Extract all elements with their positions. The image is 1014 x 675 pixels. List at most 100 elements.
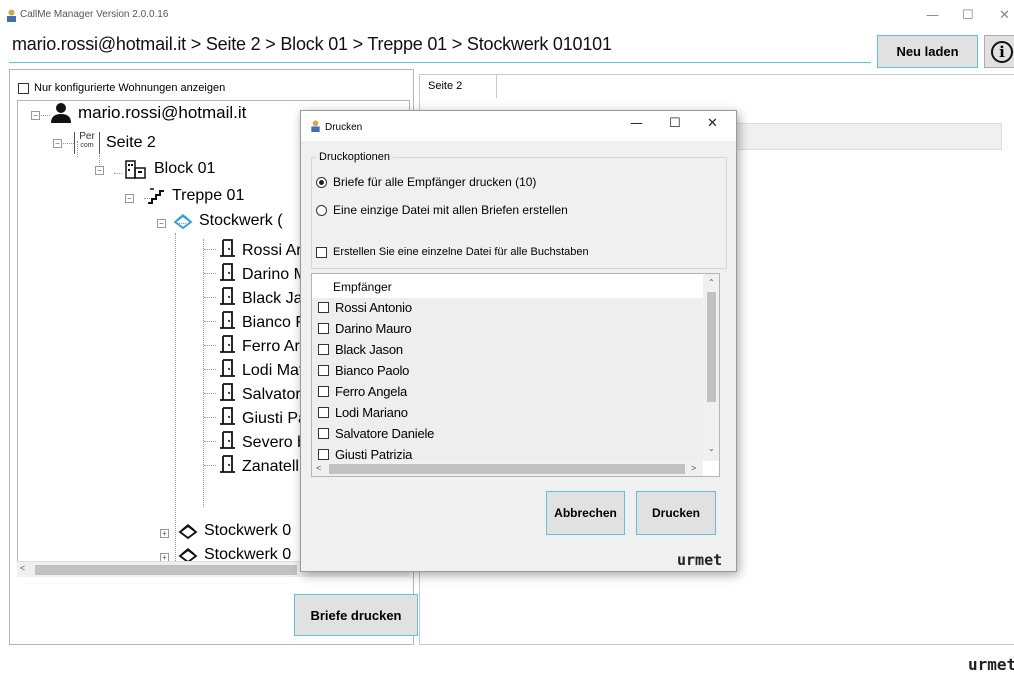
tree-node-label: Black Ja <box>242 289 303 307</box>
tree-node-user[interactable]: mario.rossi@hotmail.it <box>50 103 246 123</box>
tree-node-floor-active[interactable]: Stockwerk ( <box>173 212 283 230</box>
collapse-toggle[interactable]: − <box>95 166 104 175</box>
breadcrumb: mario.rossi@hotmail.it > Seite 2 > Block… <box>12 34 612 54</box>
window-title: CallMe Manager Version 2.0.0.16 <box>20 9 169 20</box>
tree-node-apartment[interactable]: Bianco F <box>218 310 305 335</box>
recipient-name: Rossi Antonio <box>335 300 412 315</box>
close-button[interactable]: ✕ <box>999 8 1010 23</box>
option-label: Eine einzige Datei mit allen Briefen ers… <box>333 203 568 217</box>
info-icon: i <box>991 40 1013 63</box>
dialog-maximize-button[interactable]: ☐ <box>669 116 681 131</box>
recipient-checkbox[interactable] <box>318 365 329 376</box>
list-body: Rossi Antonio Darino Mauro Black Jason Bian… <box>312 298 703 461</box>
maximize-button[interactable]: ☐ <box>962 8 974 23</box>
collapse-toggle[interactable]: − <box>157 219 166 228</box>
filter-checkbox-row[interactable]: Nur konfigurierte Wohnungen anzeigen <box>18 82 225 94</box>
expand-toggle[interactable]: + <box>160 529 169 538</box>
tree-node-page[interactable]: Per com Seite 2 <box>74 132 156 154</box>
info-button[interactable]: i <box>984 35 1014 68</box>
tree-node-label: Darino M <box>242 265 307 283</box>
tree-node-label: Severo b <box>242 433 307 451</box>
list-horizontal-scrollbar[interactable]: < > <box>312 461 703 476</box>
title-bar: CallMe Manager Version 2.0.0.16 — ☐ ✕ <box>0 0 1014 30</box>
scrollbar-thumb[interactable] <box>707 292 716 402</box>
list-item[interactable]: Ferro Angela <box>318 384 407 399</box>
tree-node-apartment[interactable]: Darino M <box>218 262 307 287</box>
recipient-name: Lodi Mariano <box>335 405 408 420</box>
door-icon <box>218 454 236 479</box>
cancel-button[interactable]: Abbrechen <box>546 491 625 535</box>
recipient-checkbox[interactable] <box>318 407 329 418</box>
collapse-toggle[interactable]: − <box>31 111 40 120</box>
tree-node-label: Zanatell <box>242 457 299 475</box>
list-item[interactable]: Black Jason <box>318 342 403 357</box>
tree-node-apartment[interactable]: Salvator <box>218 382 301 407</box>
recipient-checkbox[interactable] <box>318 323 329 334</box>
footer-logo: urmet <box>968 655 1014 674</box>
list-item[interactable]: Bianco Paolo <box>318 363 409 378</box>
reload-button[interactable]: Neu laden <box>877 35 978 68</box>
tree-node-stairs[interactable]: Treppe 01 <box>146 187 244 205</box>
list-item[interactable]: Giusti Patrizia <box>318 447 412 461</box>
tree-node-label: Treppe 01 <box>172 187 245 204</box>
radio-single-file[interactable] <box>316 204 327 216</box>
floor-icon <box>178 524 198 540</box>
list-vertical-scrollbar[interactable]: ⌃ ⌄ <box>703 274 719 461</box>
print-letters-button[interactable]: Briefe drucken <box>294 594 418 636</box>
app-icon <box>7 9 16 22</box>
radio-print-all[interactable] <box>316 176 327 188</box>
dialog-minimize-button[interactable]: — <box>630 116 643 131</box>
list-item[interactable]: Darino Mauro <box>318 321 412 336</box>
scrollbar-thumb[interactable] <box>329 464 685 474</box>
recipient-checkbox[interactable] <box>318 386 329 397</box>
collapse-toggle[interactable]: − <box>53 139 62 148</box>
tree-node-apartment[interactable]: Giusti Pa <box>218 406 307 431</box>
single-file-checkbox[interactable] <box>316 246 327 258</box>
list-item[interactable]: Salvatore Daniele <box>318 426 434 441</box>
recipient-name: Ferro Angela <box>335 384 408 399</box>
scroll-right-arrow-icon[interactable]: > <box>691 463 696 473</box>
tree-node-floor[interactable]: Stockwerk 0 <box>178 522 291 540</box>
tree-node-label: Block 01 <box>154 160 216 177</box>
tree-node-apartment[interactable]: Black Ja <box>218 286 302 311</box>
user-icon <box>51 103 71 123</box>
checkbox-label: Erstellen Sie eine einzelne Datei für al… <box>333 246 589 258</box>
scroll-down-arrow-icon[interactable]: ⌄ <box>708 444 715 453</box>
building-icon <box>125 160 146 179</box>
tree-node-apartment[interactable]: Zanatell <box>218 454 299 479</box>
recipient-checkbox[interactable] <box>318 302 329 313</box>
collapse-toggle[interactable]: − <box>125 194 134 203</box>
tree-node-apartment[interactable]: Rossi Ar <box>218 238 302 263</box>
recipient-name: Giusti Patrizia <box>335 447 413 461</box>
right-content-box <box>720 123 1002 150</box>
main-window: CallMe Manager Version 2.0.0.16 — ☐ ✕ ma… <box>0 0 1014 675</box>
tree-node-block[interactable]: Block 01 <box>124 159 215 179</box>
filter-checkbox[interactable] <box>18 82 29 94</box>
tree-node-apartment[interactable]: Lodi Mat <box>218 358 303 383</box>
scroll-left-arrow-icon[interactable]: < <box>316 463 321 473</box>
recipient-checkbox[interactable] <box>318 428 329 439</box>
tree-node-label: Seite 2 <box>106 134 156 151</box>
tree-node-label: Salvator <box>242 385 301 403</box>
recipients-list[interactable]: Empfänger Rossi Antonio Darino Mauro Black… <box>311 273 720 477</box>
scrollbar-thumb[interactable] <box>35 565 297 575</box>
tab-seite-2[interactable]: Seite 2 <box>419 74 497 98</box>
tree-node-apartment[interactable]: Severo b <box>218 430 306 455</box>
scroll-left-arrow-icon[interactable]: < <box>20 563 25 573</box>
single-file-checkbox-row[interactable]: Erstellen Sie eine einzelne Datei für al… <box>316 246 589 258</box>
recipient-checkbox[interactable] <box>318 449 329 460</box>
dialog-close-button[interactable]: ✕ <box>707 116 718 131</box>
door-icon <box>218 430 236 455</box>
print-button[interactable]: Drucken <box>636 491 716 535</box>
minimize-button[interactable]: — <box>926 8 939 23</box>
option-print-all[interactable]: Briefe für alle Empfänger drucken (10) <box>316 175 536 189</box>
option-single-file[interactable]: Eine einzige Datei mit allen Briefen ers… <box>316 203 568 217</box>
tree-node-label: Stockwerk 0 <box>204 522 292 539</box>
list-item[interactable]: Lodi Mariano <box>318 405 408 420</box>
tree-node-apartment[interactable]: Ferro Ar <box>218 334 300 359</box>
recipient-checkbox[interactable] <box>318 344 329 355</box>
tree-node-label: Ferro Ar <box>242 337 300 355</box>
list-item[interactable]: Rossi Antonio <box>318 300 412 315</box>
door-icon <box>218 358 236 383</box>
scroll-up-arrow-icon[interactable]: ⌃ <box>708 278 715 287</box>
